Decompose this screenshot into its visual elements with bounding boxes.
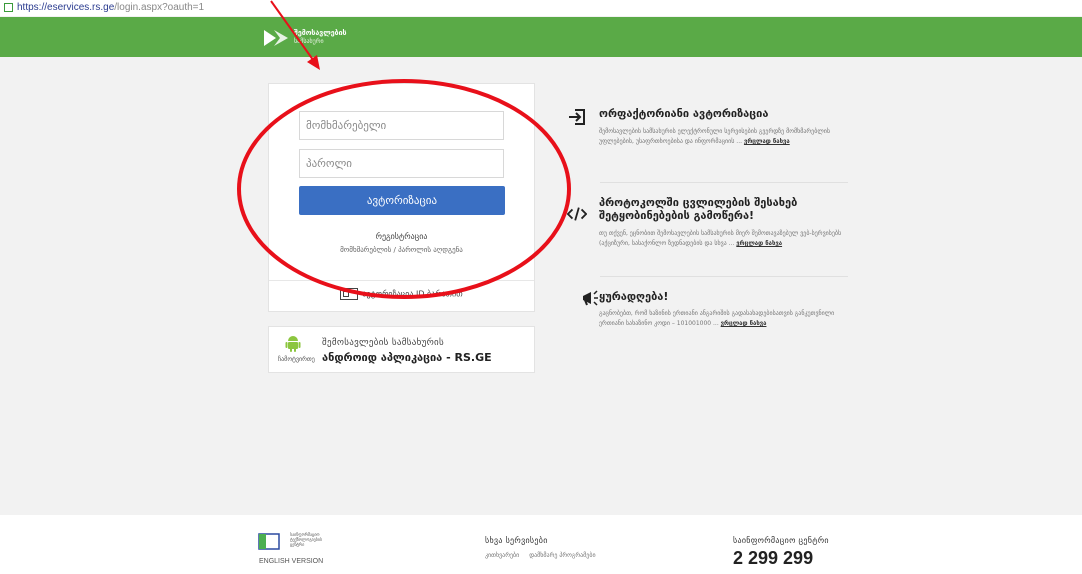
news-title: ორფაქტორიანი ავტორიზაცია [599, 107, 769, 120]
site-header: შემოსავლების სამსახური [0, 17, 1082, 57]
info-phone: 2 299 299 [733, 548, 814, 568]
news-text: თუ თქვენ, ეცნობით შემოსავლების სამსახური… [599, 230, 842, 247]
password-input[interactable] [299, 149, 504, 178]
news-item: ყურადღება! გაცნობებთ, რომ ხაზინის ერთიან… [567, 290, 852, 350]
username-input[interactable] [299, 111, 504, 140]
megaphone-icon [583, 290, 598, 306]
id-card-login-label: ავტორიზაცია ID ბარათით [362, 289, 463, 299]
service-link[interactable]: დამხმარე პროგრამები [529, 552, 595, 559]
news-body: შემოსავლების სამსახურის ელექტრონული სერვ… [599, 127, 849, 147]
news-divider [600, 276, 848, 277]
url-host: https://eservices.rs.ge [17, 2, 115, 13]
brand-name: შემოსავლების [294, 29, 347, 37]
news-item: პროტოკოლში ცვლილების შესახებ შეტყობინებე… [567, 196, 852, 271]
android-line-1: შემოსავლების სამსახურის [322, 338, 444, 348]
annotation-arrowhead [307, 55, 320, 70]
login-button[interactable]: ავტორიზაცია [299, 186, 505, 215]
english-version-link[interactable]: ENGLISH VERSION [259, 558, 323, 565]
site-footer: საინფორმაციო ტექნოლოგიების ცენტრი ENGLIS… [0, 515, 1082, 574]
url-path: /login.aspx?oauth=1 [114, 2, 205, 13]
rs-logo[interactable]: შემოსავლების სამსახური [262, 25, 402, 51]
other-services-title: სხვა სერვისები [485, 536, 548, 545]
read-more-link[interactable]: ვრცლად ნახვა [721, 320, 767, 327]
news-divider [600, 182, 848, 183]
lock-icon [4, 2, 13, 12]
android-icon [285, 336, 301, 352]
address-bar[interactable]: https://eservices.rs.ge/login.aspx?oauth… [0, 0, 1082, 16]
android-app-banner[interactable]: ჩამოტვირთე შემოსავლების სამსახურის ანდრო… [268, 326, 535, 373]
read-more-link[interactable]: ვრცლად ნახვა [744, 138, 790, 145]
news-body: თუ თქვენ, ეცნობით შემოსავლების სამსახური… [599, 229, 849, 249]
news-text: გაცნობებთ, რომ ხაზინის ერთიანი ანგარიშის… [599, 310, 835, 327]
read-more-link[interactable]: ვრცლად ნახვა [736, 240, 782, 247]
android-download-label: ჩამოტვირთე [278, 356, 315, 363]
annotation-overlay [237, 0, 571, 299]
service-links: კითხვარები დამხმარე პროგრამები [485, 552, 604, 559]
itc-logo-text: საინფორმაციო ტექნოლოგიების ცენტრი [290, 532, 322, 547]
news-body: გაცნობებთ, რომ ხაზინის ერთიანი ანგარიშის… [599, 309, 849, 329]
android-line-2: ანდროიდ აპლიკაცია - RS.GE [322, 351, 492, 364]
news-text: შემოსავლების სამსახურის ელექტრონული სერვ… [599, 128, 830, 145]
service-link[interactable]: კითხვარები [485, 552, 519, 559]
login-card: ავტორიზაცია რეგისტრაცია მომხმარებლის / პ… [268, 83, 535, 312]
news-title: ყურადღება! [599, 290, 669, 303]
brand-subtitle: სამსახური [294, 38, 324, 45]
card-divider [269, 280, 534, 281]
sign-in-icon [569, 109, 585, 125]
itc-text-3: ცენტრი [290, 542, 305, 547]
register-link[interactable]: რეგისტრაცია [269, 232, 534, 241]
news-title: პროტოკოლში ცვლილების შესახებ შეტყობინებე… [599, 196, 798, 222]
itc-logo-icon[interactable] [258, 533, 282, 550]
id-card-icon [340, 288, 359, 300]
id-card-login[interactable]: ავტორიზაცია ID ბარათით [269, 288, 534, 300]
news-item: ორფაქტორიანი ავტორიზაცია შემოსავლების სა… [567, 107, 852, 167]
info-center-title: საინფორმაციო ცენტრი [733, 536, 829, 545]
code-icon [567, 207, 587, 221]
rs-logo-icon [264, 30, 288, 46]
recover-link[interactable]: მომხმარებლის / პაროლის აღდგენა [269, 246, 534, 254]
